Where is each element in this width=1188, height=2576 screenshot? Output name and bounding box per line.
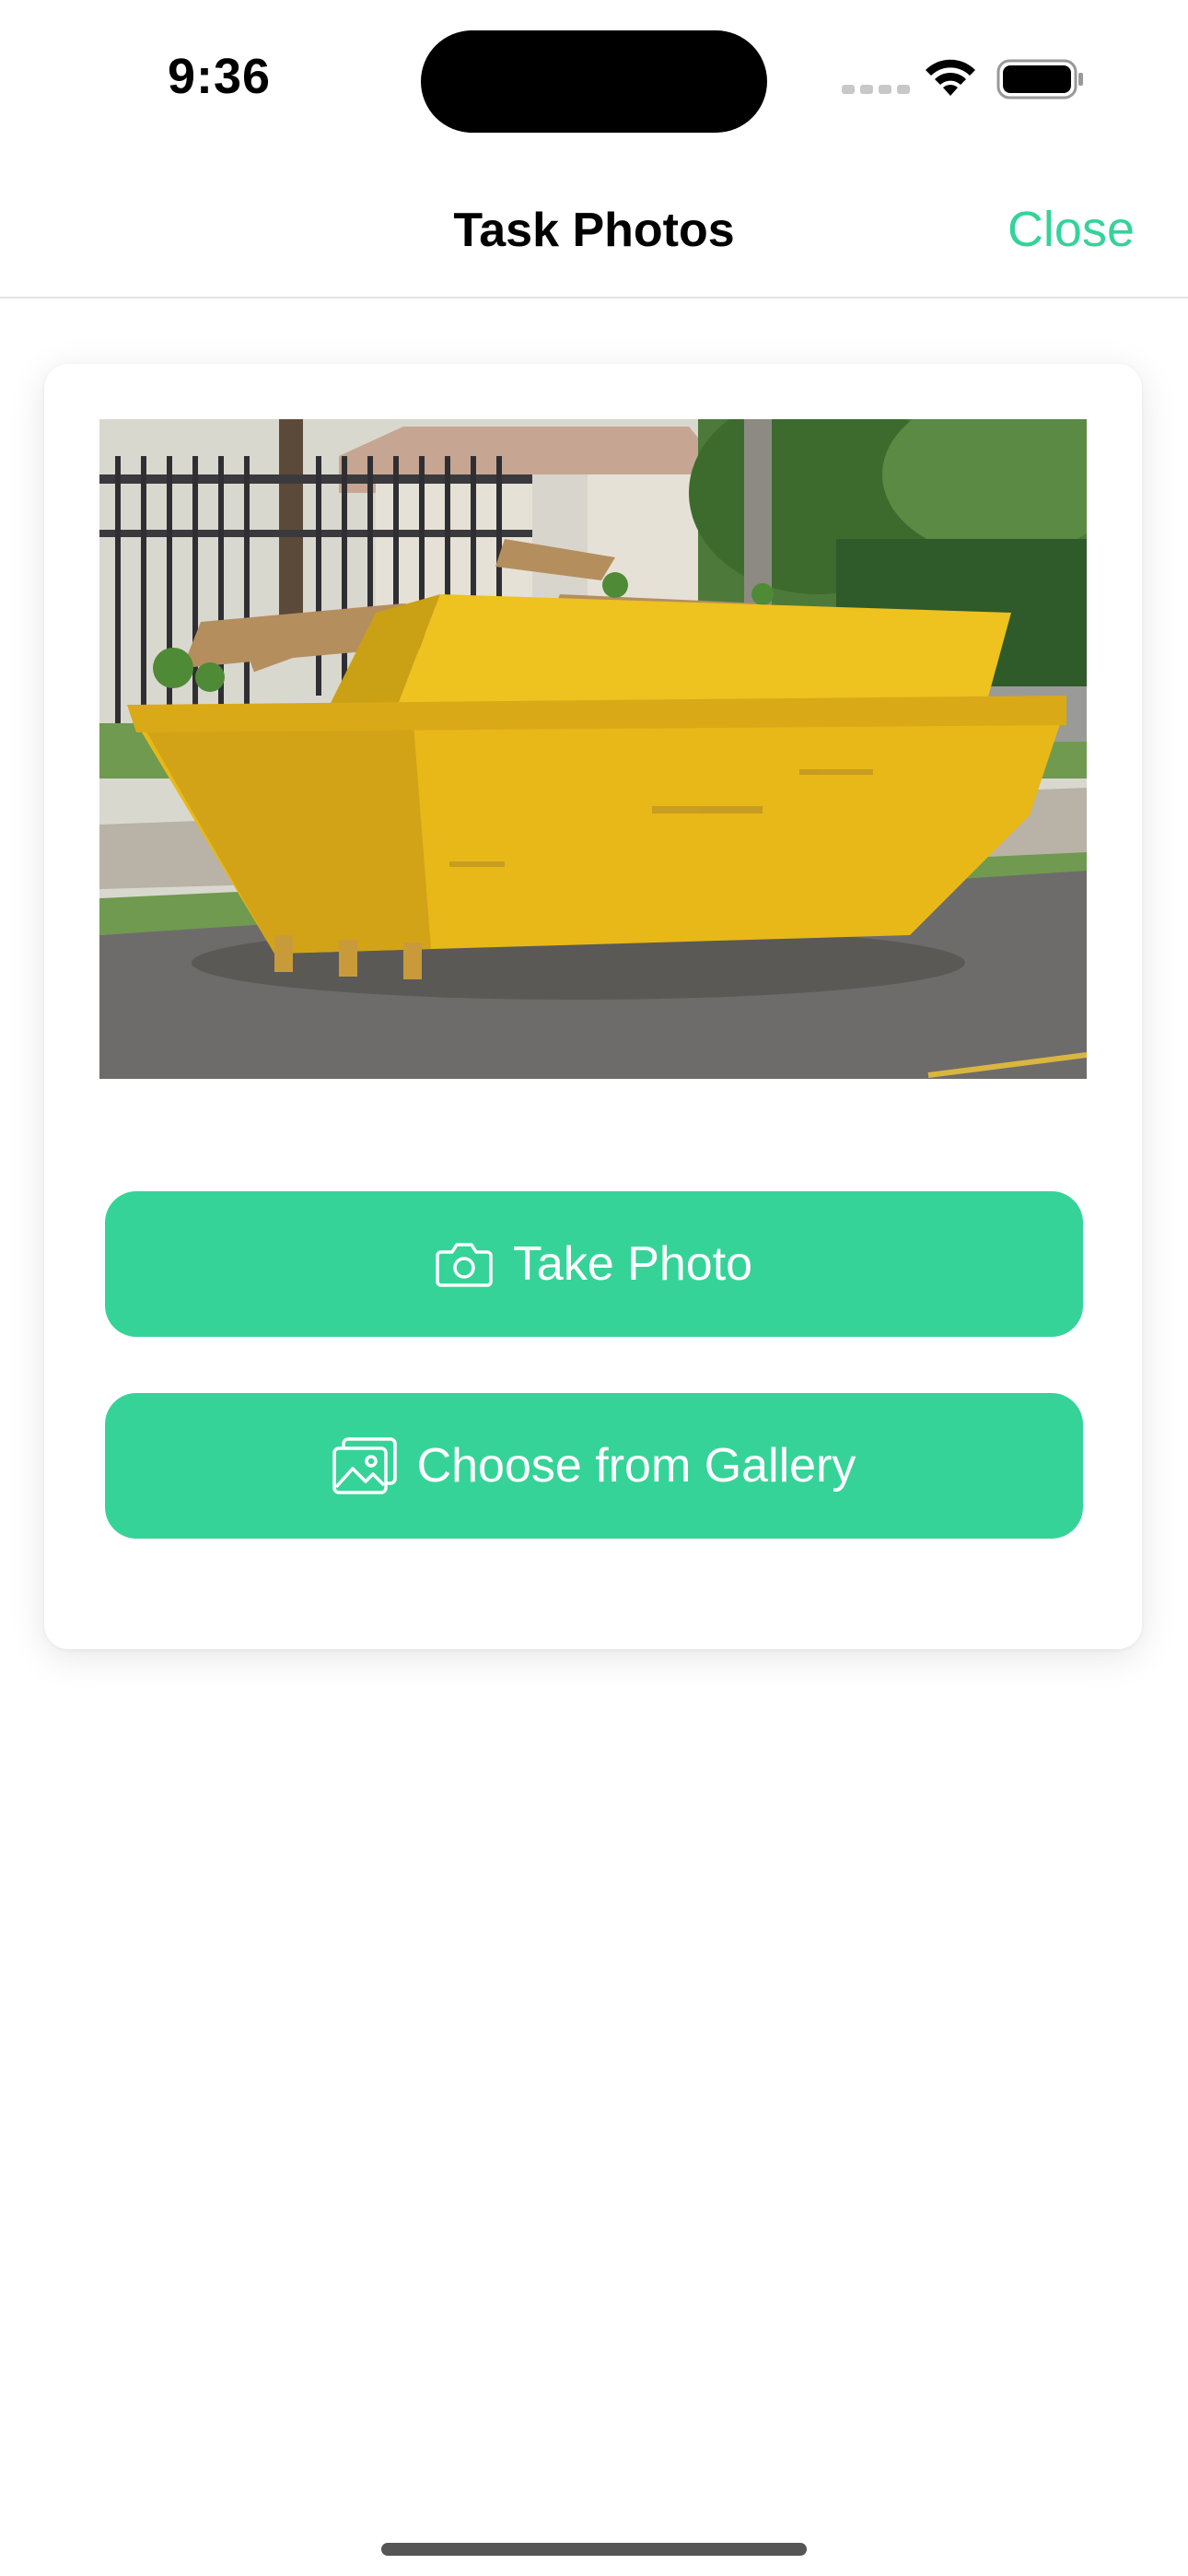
close-button[interactable]: Close bbox=[1007, 201, 1135, 258]
take-photo-button[interactable]: Take Photo bbox=[105, 1191, 1083, 1337]
wifi-icon bbox=[926, 59, 975, 96]
choose-from-gallery-button[interactable]: Choose from Gallery bbox=[105, 1393, 1083, 1539]
task-photo[interactable] bbox=[99, 419, 1087, 1079]
gallery-icon bbox=[332, 1437, 397, 1494]
photo-card: Take Photo Choose from Gallery bbox=[44, 364, 1142, 1649]
status-bar: 9:36 bbox=[0, 0, 1188, 157]
take-photo-label: Take Photo bbox=[512, 1237, 753, 1291]
status-time: 9:36 bbox=[168, 49, 272, 104]
dynamic-island bbox=[421, 30, 767, 133]
home-indicator[interactable] bbox=[381, 2543, 807, 2556]
camera-icon bbox=[436, 1241, 493, 1287]
cellular-signal-icon bbox=[842, 85, 910, 94]
choose-from-gallery-label: Choose from Gallery bbox=[416, 1439, 856, 1493]
battery-icon bbox=[996, 59, 1083, 100]
navigation-bar: Task Photos Close bbox=[0, 157, 1188, 299]
